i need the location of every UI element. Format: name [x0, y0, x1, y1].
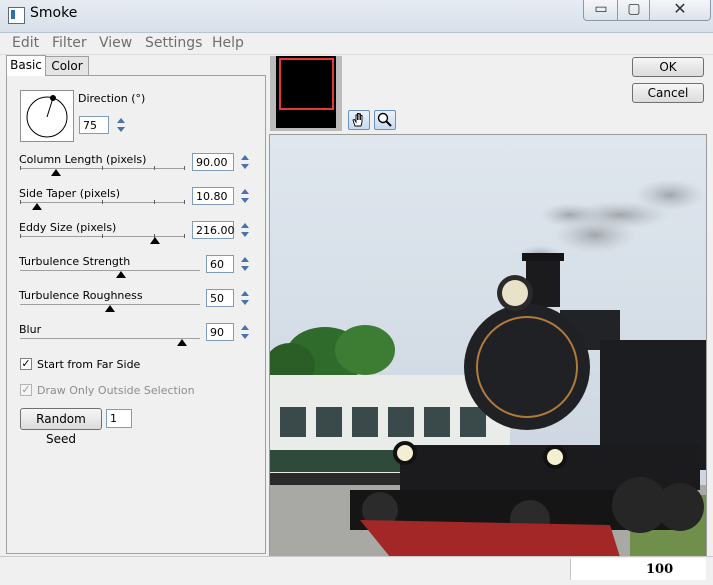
spin-down-icon[interactable] — [238, 196, 252, 205]
slider-thumb[interactable] — [105, 305, 115, 312]
hand-icon — [352, 113, 363, 127]
preview-image — [270, 135, 706, 557]
slider-spinner[interactable] — [238, 289, 252, 307]
slider-value-input[interactable]: 90 — [206, 323, 234, 341]
spin-up-icon[interactable] — [238, 255, 252, 264]
maximize-button[interactable]: ▢ — [617, 0, 651, 21]
start-far-side-checkbox[interactable]: ✓ — [20, 358, 32, 370]
slider-label: Blur — [19, 323, 42, 336]
minimize-icon: ▭ — [594, 1, 608, 17]
ok-button[interactable]: OK — [632, 57, 704, 77]
menu-help[interactable]: Help — [212, 35, 244, 51]
random-seed-button[interactable]: Random Seed — [20, 408, 102, 446]
direction-input[interactable]: 75 — [79, 116, 109, 134]
navigator-viewport-rect[interactable] — [279, 58, 334, 110]
slider-spinner[interactable] — [238, 255, 252, 273]
slider-label: Side Taper (pixels) — [19, 187, 121, 200]
menu-view[interactable]: View — [99, 35, 132, 51]
direction-spinner[interactable] — [114, 116, 128, 134]
minimize-button[interactable]: ▭ — [583, 0, 619, 21]
slider-label: Turbulence Strength — [19, 255, 131, 268]
zoom-status: 100 — [570, 558, 706, 580]
slider-thumb[interactable] — [177, 339, 187, 346]
slider-spinner[interactable] — [238, 323, 252, 341]
spin-up-icon[interactable] — [238, 289, 252, 298]
pan-tool-button[interactable] — [348, 110, 370, 130]
slider-label: Column Length (pixels) — [19, 153, 147, 166]
random-seed-input[interactable]: 1 — [106, 409, 132, 428]
tab-color[interactable]: Color — [45, 56, 89, 75]
close-icon: ✕ — [673, 0, 687, 18]
direction-dial-graphic — [26, 95, 68, 138]
window-title: Smoke — [30, 5, 78, 21]
spin-down-icon[interactable] — [114, 125, 128, 134]
menu-edit[interactable]: Edit — [12, 35, 39, 51]
preview-canvas[interactable] — [269, 134, 707, 558]
slider-track[interactable] — [20, 338, 200, 339]
slider-thumb[interactable] — [51, 169, 61, 176]
slider-value-input[interactable]: 60 — [206, 255, 234, 273]
slider-thumb[interactable] — [150, 237, 160, 244]
slider-value-input[interactable]: 10.80 — [192, 187, 234, 205]
basic-settings-panel — [6, 75, 266, 554]
direction-dial[interactable] — [20, 90, 74, 142]
maximize-icon: ▢ — [627, 1, 641, 17]
cancel-button[interactable]: Cancel — [632, 83, 704, 103]
slider-thumb[interactable] — [116, 271, 126, 278]
draw-outside-label: Draw Only Outside Selection — [37, 384, 195, 397]
spin-up-icon[interactable] — [238, 153, 252, 162]
slider-thumb[interactable] — [32, 203, 42, 210]
slider-tick — [184, 200, 185, 204]
slider-label: Eddy Size (pixels) — [19, 221, 117, 234]
spin-up-icon[interactable] — [238, 187, 252, 196]
slider-spinner[interactable] — [238, 153, 252, 171]
slider-value-input[interactable]: 50 — [206, 289, 234, 307]
spin-down-icon[interactable] — [238, 298, 252, 307]
slider-tick — [184, 234, 185, 238]
tab-basic[interactable]: Basic — [6, 55, 46, 76]
slider-tick — [154, 166, 155, 170]
direction-label: Direction (°) — [78, 92, 146, 105]
spin-up-icon[interactable] — [238, 323, 252, 332]
slider-tick — [102, 166, 103, 170]
spin-up-icon[interactable] — [238, 221, 252, 230]
magnifier-icon — [377, 112, 392, 127]
slider-tick — [184, 166, 185, 170]
menu-filter[interactable]: Filter — [52, 35, 87, 51]
app-icon — [8, 7, 25, 24]
start-far-side-label: Start from Far Side — [37, 358, 141, 371]
slider-tick — [20, 234, 21, 238]
zoom-tool-button[interactable] — [374, 110, 396, 130]
menu-settings[interactable]: Settings — [145, 35, 202, 51]
spin-down-icon[interactable] — [238, 162, 252, 171]
spin-down-icon[interactable] — [238, 332, 252, 341]
slider-tick — [154, 200, 155, 204]
slider-track[interactable] — [20, 270, 200, 271]
slider-value-input[interactable]: 90.00 — [192, 153, 234, 171]
spin-down-icon[interactable] — [238, 230, 252, 239]
slider-value-input[interactable]: 216.00 — [192, 221, 235, 239]
spin-up-icon[interactable] — [114, 116, 128, 125]
slider-tick — [102, 200, 103, 204]
close-button[interactable]: ✕ — [649, 0, 711, 21]
spin-down-icon[interactable] — [238, 264, 252, 273]
slider-tick — [20, 166, 21, 170]
slider-spinner[interactable] — [238, 187, 252, 205]
zoom-level: 100 — [646, 562, 674, 577]
slider-label: Turbulence Roughness — [19, 289, 143, 302]
slider-tick — [20, 200, 21, 204]
draw-outside-checkbox[interactable]: ✓ — [20, 384, 32, 396]
slider-spinner[interactable] — [238, 221, 252, 239]
slider-tick — [102, 234, 103, 238]
